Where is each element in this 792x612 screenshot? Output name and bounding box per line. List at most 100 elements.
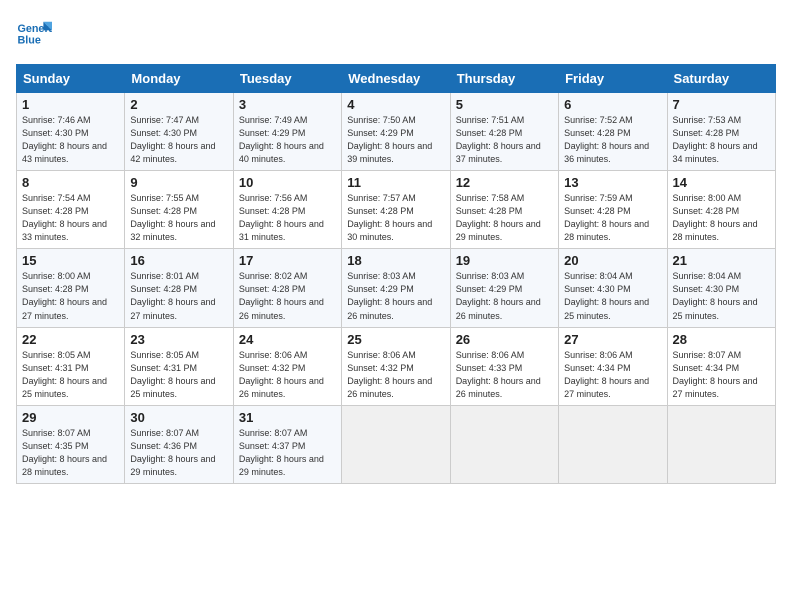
page-container: General Blue SundayMondayTuesdayWednesda… — [0, 0, 792, 492]
day-info: Sunrise: 7:49 AMSunset: 4:29 PMDaylight:… — [239, 115, 324, 164]
day-cell: 13 Sunrise: 7:59 AMSunset: 4:28 PMDaylig… — [559, 171, 667, 249]
weekday-header-monday: Monday — [125, 65, 233, 93]
day-cell: 24 Sunrise: 8:06 AMSunset: 4:32 PMDaylig… — [233, 327, 341, 405]
day-info: Sunrise: 7:50 AMSunset: 4:29 PMDaylight:… — [347, 115, 432, 164]
day-info: Sunrise: 7:56 AMSunset: 4:28 PMDaylight:… — [239, 193, 324, 242]
day-number: 8 — [22, 175, 119, 190]
day-info: Sunrise: 8:00 AMSunset: 4:28 PMDaylight:… — [673, 193, 758, 242]
day-info: Sunrise: 8:05 AMSunset: 4:31 PMDaylight:… — [130, 350, 215, 399]
week-row-2: 8 Sunrise: 7:54 AMSunset: 4:28 PMDayligh… — [17, 171, 776, 249]
day-info: Sunrise: 8:05 AMSunset: 4:31 PMDaylight:… — [22, 350, 107, 399]
day-cell: 19 Sunrise: 8:03 AMSunset: 4:29 PMDaylig… — [450, 249, 558, 327]
day-cell: 3 Sunrise: 7:49 AMSunset: 4:29 PMDayligh… — [233, 93, 341, 171]
week-row-3: 15 Sunrise: 8:00 AMSunset: 4:28 PMDaylig… — [17, 249, 776, 327]
day-cell: 7 Sunrise: 7:53 AMSunset: 4:28 PMDayligh… — [667, 93, 775, 171]
day-info: Sunrise: 8:07 AMSunset: 4:35 PMDaylight:… — [22, 428, 107, 477]
day-number: 12 — [456, 175, 553, 190]
day-number: 6 — [564, 97, 661, 112]
weekday-header-wednesday: Wednesday — [342, 65, 450, 93]
day-cell: 21 Sunrise: 8:04 AMSunset: 4:30 PMDaylig… — [667, 249, 775, 327]
day-info: Sunrise: 8:06 AMSunset: 4:32 PMDaylight:… — [347, 350, 432, 399]
day-number: 7 — [673, 97, 770, 112]
day-number: 5 — [456, 97, 553, 112]
day-number: 9 — [130, 175, 227, 190]
day-cell: 25 Sunrise: 8:06 AMSunset: 4:32 PMDaylig… — [342, 327, 450, 405]
day-cell: 10 Sunrise: 7:56 AMSunset: 4:28 PMDaylig… — [233, 171, 341, 249]
day-info: Sunrise: 7:52 AMSunset: 4:28 PMDaylight:… — [564, 115, 649, 164]
weekday-header-sunday: Sunday — [17, 65, 125, 93]
day-number: 28 — [673, 332, 770, 347]
day-cell: 14 Sunrise: 8:00 AMSunset: 4:28 PMDaylig… — [667, 171, 775, 249]
weekday-header-row: SundayMondayTuesdayWednesdayThursdayFrid… — [17, 65, 776, 93]
day-number: 29 — [22, 410, 119, 425]
day-cell: 20 Sunrise: 8:04 AMSunset: 4:30 PMDaylig… — [559, 249, 667, 327]
day-cell: 17 Sunrise: 8:02 AMSunset: 4:28 PMDaylig… — [233, 249, 341, 327]
day-info: Sunrise: 8:00 AMSunset: 4:28 PMDaylight:… — [22, 271, 107, 320]
day-number: 4 — [347, 97, 444, 112]
week-row-5: 29 Sunrise: 8:07 AMSunset: 4:35 PMDaylig… — [17, 405, 776, 483]
header-row: General Blue — [16, 16, 776, 52]
day-cell: 31 Sunrise: 8:07 AMSunset: 4:37 PMDaylig… — [233, 405, 341, 483]
day-number: 27 — [564, 332, 661, 347]
day-number: 22 — [22, 332, 119, 347]
day-number: 2 — [130, 97, 227, 112]
day-cell: 11 Sunrise: 7:57 AMSunset: 4:28 PMDaylig… — [342, 171, 450, 249]
day-cell: 6 Sunrise: 7:52 AMSunset: 4:28 PMDayligh… — [559, 93, 667, 171]
day-info: Sunrise: 8:04 AMSunset: 4:30 PMDaylight:… — [564, 271, 649, 320]
day-number: 26 — [456, 332, 553, 347]
day-number: 17 — [239, 253, 336, 268]
day-info: Sunrise: 8:07 AMSunset: 4:34 PMDaylight:… — [673, 350, 758, 399]
day-cell: 15 Sunrise: 8:00 AMSunset: 4:28 PMDaylig… — [17, 249, 125, 327]
day-cell: 2 Sunrise: 7:47 AMSunset: 4:30 PMDayligh… — [125, 93, 233, 171]
day-info: Sunrise: 7:51 AMSunset: 4:28 PMDaylight:… — [456, 115, 541, 164]
logo-icon: General Blue — [16, 16, 52, 52]
day-cell: 12 Sunrise: 7:58 AMSunset: 4:28 PMDaylig… — [450, 171, 558, 249]
calendar-table: SundayMondayTuesdayWednesdayThursdayFrid… — [16, 64, 776, 484]
day-info: Sunrise: 8:03 AMSunset: 4:29 PMDaylight:… — [347, 271, 432, 320]
day-info: Sunrise: 8:03 AMSunset: 4:29 PMDaylight:… — [456, 271, 541, 320]
week-row-4: 22 Sunrise: 8:05 AMSunset: 4:31 PMDaylig… — [17, 327, 776, 405]
day-number: 20 — [564, 253, 661, 268]
logo: General Blue — [16, 16, 52, 52]
weekday-header-saturday: Saturday — [667, 65, 775, 93]
day-info: Sunrise: 7:55 AMSunset: 4:28 PMDaylight:… — [130, 193, 215, 242]
day-info: Sunrise: 8:06 AMSunset: 4:32 PMDaylight:… — [239, 350, 324, 399]
day-cell: 26 Sunrise: 8:06 AMSunset: 4:33 PMDaylig… — [450, 327, 558, 405]
day-cell: 30 Sunrise: 8:07 AMSunset: 4:36 PMDaylig… — [125, 405, 233, 483]
weekday-header-thursday: Thursday — [450, 65, 558, 93]
day-number: 3 — [239, 97, 336, 112]
day-number: 18 — [347, 253, 444, 268]
day-info: Sunrise: 7:59 AMSunset: 4:28 PMDaylight:… — [564, 193, 649, 242]
day-number: 1 — [22, 97, 119, 112]
day-number: 24 — [239, 332, 336, 347]
svg-text:Blue: Blue — [17, 34, 40, 46]
day-number: 11 — [347, 175, 444, 190]
day-cell: 9 Sunrise: 7:55 AMSunset: 4:28 PMDayligh… — [125, 171, 233, 249]
day-cell — [559, 405, 667, 483]
day-cell — [667, 405, 775, 483]
weekday-header-tuesday: Tuesday — [233, 65, 341, 93]
day-number: 23 — [130, 332, 227, 347]
day-number: 14 — [673, 175, 770, 190]
day-cell — [342, 405, 450, 483]
day-number: 30 — [130, 410, 227, 425]
day-cell: 1 Sunrise: 7:46 AMSunset: 4:30 PMDayligh… — [17, 93, 125, 171]
day-cell — [450, 405, 558, 483]
day-number: 19 — [456, 253, 553, 268]
day-info: Sunrise: 8:06 AMSunset: 4:33 PMDaylight:… — [456, 350, 541, 399]
day-info: Sunrise: 7:46 AMSunset: 4:30 PMDaylight:… — [22, 115, 107, 164]
day-cell: 27 Sunrise: 8:06 AMSunset: 4:34 PMDaylig… — [559, 327, 667, 405]
day-info: Sunrise: 8:01 AMSunset: 4:28 PMDaylight:… — [130, 271, 215, 320]
day-number: 25 — [347, 332, 444, 347]
day-cell: 23 Sunrise: 8:05 AMSunset: 4:31 PMDaylig… — [125, 327, 233, 405]
day-cell: 18 Sunrise: 8:03 AMSunset: 4:29 PMDaylig… — [342, 249, 450, 327]
day-info: Sunrise: 8:02 AMSunset: 4:28 PMDaylight:… — [239, 271, 324, 320]
day-info: Sunrise: 7:54 AMSunset: 4:28 PMDaylight:… — [22, 193, 107, 242]
day-cell: 8 Sunrise: 7:54 AMSunset: 4:28 PMDayligh… — [17, 171, 125, 249]
day-number: 16 — [130, 253, 227, 268]
day-cell: 4 Sunrise: 7:50 AMSunset: 4:29 PMDayligh… — [342, 93, 450, 171]
day-info: Sunrise: 7:57 AMSunset: 4:28 PMDaylight:… — [347, 193, 432, 242]
day-cell: 5 Sunrise: 7:51 AMSunset: 4:28 PMDayligh… — [450, 93, 558, 171]
weekday-header-friday: Friday — [559, 65, 667, 93]
day-number: 21 — [673, 253, 770, 268]
